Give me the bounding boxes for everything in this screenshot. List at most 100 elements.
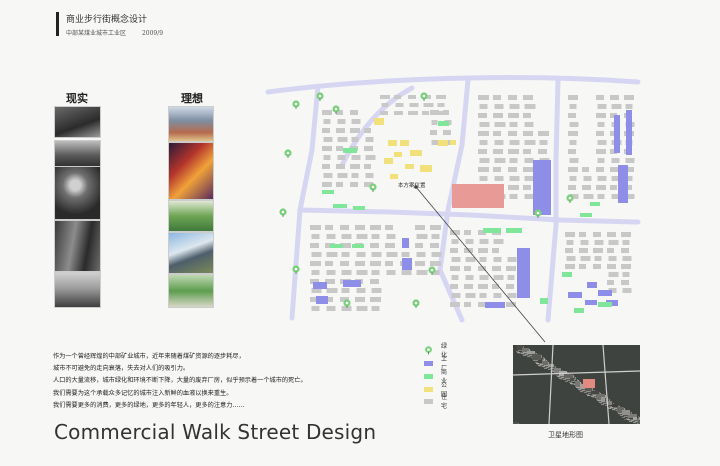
tree-icon: [412, 299, 420, 308]
residential-block: [464, 284, 473, 289]
factory-block: [568, 292, 582, 298]
residential-block: [494, 104, 504, 109]
factory-swatch: [424, 360, 433, 366]
residential-block: [509, 158, 518, 163]
residential-block: [337, 173, 348, 178]
residential-block: [430, 225, 441, 230]
residential-block: [394, 95, 401, 99]
residential-block: [621, 280, 629, 285]
residential-block: [385, 225, 393, 230]
residential-block: [596, 131, 604, 136]
residential-block: [508, 113, 519, 118]
residential-block: [610, 185, 617, 190]
residential-block: [478, 248, 488, 253]
residential-block: [508, 185, 519, 190]
factory-block: [313, 282, 327, 289]
residential-block: [524, 122, 534, 127]
residential-block: [566, 240, 574, 245]
residential-block: [371, 270, 380, 275]
residential-block: [622, 256, 632, 261]
residential-block: [493, 293, 502, 298]
description-line: 城市不可避免的走向衰落，失去对人们的吸引力。: [53, 365, 190, 373]
residential-block: [350, 182, 358, 187]
park-block: [400, 140, 409, 146]
residential-block: [371, 234, 380, 239]
factory-block: [585, 300, 597, 305]
residential-block: [569, 122, 579, 127]
residential-block: [479, 104, 488, 109]
residential-block: [493, 95, 501, 100]
legend-label: 住宅: [441, 394, 448, 410]
residential-block: [597, 122, 605, 127]
residential-block: [395, 103, 404, 107]
residential-block: [355, 225, 365, 230]
residential-block: [401, 270, 412, 275]
residential-block: [479, 293, 487, 298]
residential-block: [568, 185, 576, 190]
residential-block: [509, 140, 520, 145]
residential-block: [364, 128, 371, 133]
residential-block: [608, 240, 619, 245]
park-block: [374, 118, 384, 125]
residential-block: [350, 164, 360, 169]
residential-block: [478, 131, 489, 136]
park-block: [450, 140, 456, 145]
residential-block: [479, 140, 488, 145]
residential-block: [565, 248, 573, 253]
residential-block: [611, 158, 620, 163]
factory-block: [618, 165, 628, 203]
tree-icon: [369, 183, 377, 192]
factory-block: [598, 290, 612, 296]
residential-block: [341, 234, 352, 239]
residential-block: [465, 257, 476, 262]
residential-block: [430, 243, 439, 248]
residential-block: [371, 306, 380, 311]
commercial-block: [483, 228, 501, 233]
residential-block: [364, 146, 373, 151]
residential-block: [356, 252, 366, 257]
description-line: 我们需要为这个承载众多记忆的城市注入新鲜的血液以换来重生。: [53, 389, 233, 397]
residential-block: [479, 257, 487, 262]
residential-block: [594, 256, 602, 261]
commercial-block: [540, 298, 548, 304]
residential-block: [355, 297, 365, 302]
commercial-block: [438, 121, 449, 126]
residential-block: [371, 252, 382, 257]
residential-block: [523, 167, 533, 172]
factory-block: [485, 302, 505, 308]
residential-block: [478, 302, 486, 307]
residential-block: [336, 146, 343, 151]
residential-block: [568, 131, 578, 136]
tree-icon: [566, 194, 574, 203]
park-block: [388, 140, 397, 146]
residential-block: [323, 155, 331, 160]
satellite-texture-patch: [612, 404, 618, 407]
tree-icon: [424, 345, 433, 355]
residential-block: [492, 284, 499, 289]
residential-block: [625, 104, 633, 109]
residential-block: [583, 176, 592, 181]
residential-block: [443, 130, 451, 135]
tree-icon: [279, 208, 287, 217]
satellite-texture-patch: [513, 422, 518, 424]
residential-block: [408, 95, 416, 99]
residential-block: [464, 302, 471, 307]
residential-block: [508, 167, 517, 172]
residential-block: [337, 137, 348, 142]
residential-block: [370, 243, 379, 248]
commercial-block: [353, 206, 365, 210]
park-block: [384, 158, 393, 164]
residential-block: [431, 120, 438, 125]
residential-block: [478, 167, 489, 172]
residential-block: [478, 95, 489, 100]
factory-block: [587, 282, 597, 288]
residential-block: [323, 119, 331, 124]
residential-block: [325, 225, 333, 230]
factory-block: [614, 115, 620, 153]
satellite-texture-patch: [601, 397, 605, 402]
residential-block: [538, 131, 549, 136]
residential-block: [310, 261, 321, 266]
residential-block: [351, 119, 361, 124]
residential-block: [326, 306, 336, 311]
residential-block: [323, 173, 333, 178]
